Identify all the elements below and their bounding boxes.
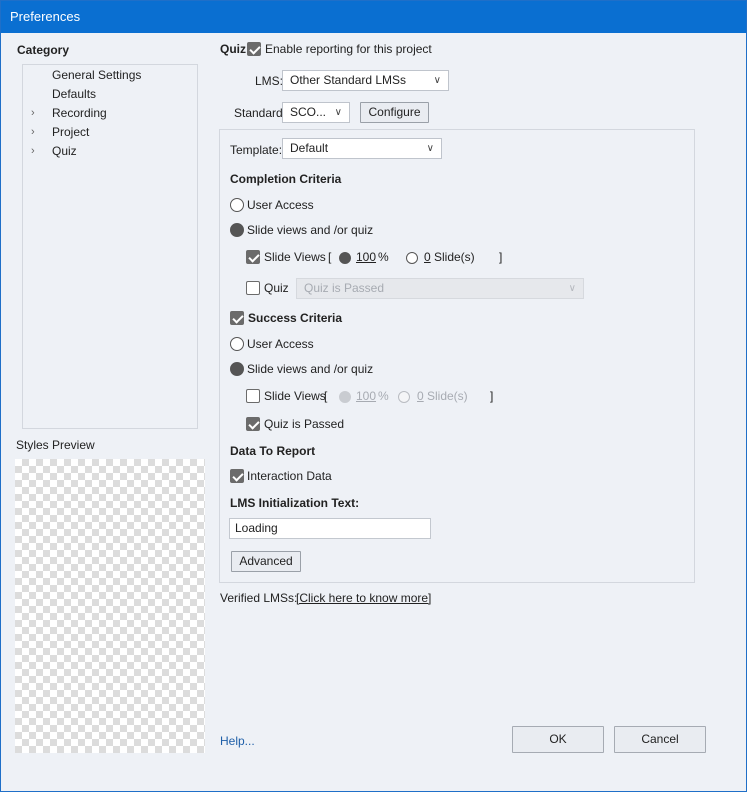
tree-item-label: General Settings bbox=[52, 68, 142, 82]
interaction-data-checkbox[interactable] bbox=[230, 469, 244, 483]
completion-quiz-dropdown: Quiz is Passed ∨ bbox=[296, 278, 584, 299]
template-dropdown-value: Default bbox=[290, 141, 329, 155]
lms-dropdown-value: Other Standard LMSs bbox=[290, 73, 407, 87]
completion-user-access-radio[interactable] bbox=[230, 198, 244, 212]
tree-item-quiz[interactable]: › Quiz bbox=[23, 142, 197, 161]
completion-slides-radio[interactable] bbox=[406, 252, 418, 264]
interaction-data-label: Interaction Data bbox=[247, 469, 332, 483]
success-slides-radio bbox=[398, 391, 410, 403]
chevron-right-icon[interactable]: › bbox=[31, 123, 35, 142]
success-user-access-label: User Access bbox=[247, 337, 314, 351]
chevron-right-icon[interactable]: › bbox=[31, 104, 35, 123]
template-dropdown[interactable]: Default ∨ bbox=[282, 138, 442, 159]
ok-button[interactable]: OK bbox=[512, 726, 604, 753]
lms-init-text-input[interactable]: Loading bbox=[229, 518, 431, 539]
enable-reporting-checkbox[interactable] bbox=[247, 42, 261, 56]
success-percent-radio bbox=[339, 391, 351, 403]
success-percent-value: 100 bbox=[356, 389, 377, 403]
cancel-button[interactable]: Cancel bbox=[614, 726, 706, 753]
verified-lms-link[interactable]: [Click here to know more] bbox=[296, 591, 431, 605]
configure-button[interactable]: Configure bbox=[360, 102, 429, 123]
success-criteria-heading: Success Criteria bbox=[248, 311, 343, 325]
tree-item-label: Project bbox=[52, 125, 90, 139]
success-quiz-passed-checkbox[interactable] bbox=[246, 417, 260, 431]
styles-preview-canvas bbox=[15, 459, 205, 753]
styles-preview-heading: Styles Preview bbox=[16, 438, 95, 452]
chevron-down-icon: ∨ bbox=[334, 107, 342, 118]
lms-init-text-label: LMS Initialization Text: bbox=[230, 496, 360, 510]
chevron-right-icon[interactable]: › bbox=[31, 142, 35, 161]
standard-dropdown-value: SCO... bbox=[290, 105, 327, 119]
data-to-report-heading: Data To Report bbox=[230, 444, 316, 458]
tree-item-label: Recording bbox=[52, 106, 107, 120]
standard-label: Standard: bbox=[234, 106, 287, 120]
success-slides-value: 0 bbox=[417, 389, 424, 403]
success-slide-views-quiz-label: Slide views and /or quiz bbox=[247, 362, 374, 376]
completion-slides-label: Slide(s) bbox=[434, 250, 475, 264]
completion-percent-value[interactable]: 100 bbox=[356, 250, 376, 264]
success-quiz-passed-label: Quiz is Passed bbox=[264, 417, 345, 431]
help-link[interactable]: Help... bbox=[220, 734, 255, 748]
close-bracket: ] bbox=[490, 389, 494, 403]
advanced-button[interactable]: Advanced bbox=[231, 551, 301, 572]
verified-lms-label: Verified LMSs: bbox=[220, 591, 298, 605]
window-title: Preferences bbox=[1, 1, 746, 33]
completion-slide-views-quiz-label: Slide views and /or quiz bbox=[247, 223, 374, 237]
success-slide-views-checkbox[interactable] bbox=[246, 389, 260, 403]
quiz-label: Quiz: bbox=[220, 42, 250, 56]
completion-quiz-label: Quiz bbox=[264, 281, 289, 295]
close-bracket: ] bbox=[499, 250, 503, 264]
chevron-down-icon: ∨ bbox=[568, 283, 576, 294]
completion-slide-views-label: Slide Views bbox=[264, 250, 326, 264]
success-slides-label: Slide(s) bbox=[427, 389, 468, 403]
completion-user-access-label: User Access bbox=[247, 198, 314, 212]
tree-item-recording[interactable]: › Recording bbox=[23, 104, 197, 123]
chevron-down-icon: ∨ bbox=[433, 75, 441, 86]
tree-item-general-settings[interactable]: General Settings bbox=[23, 66, 197, 85]
tree-item-label: Quiz bbox=[52, 144, 77, 158]
completion-criteria-heading: Completion Criteria bbox=[230, 172, 342, 186]
open-bracket: [ bbox=[328, 250, 332, 264]
percent-sign: % bbox=[378, 389, 389, 403]
lms-dropdown[interactable]: Other Standard LMSs ∨ bbox=[282, 70, 449, 91]
completion-quiz-checkbox[interactable] bbox=[246, 281, 260, 295]
category-heading: Category bbox=[17, 43, 70, 57]
completion-percent-radio[interactable] bbox=[339, 252, 351, 264]
percent-sign: % bbox=[378, 250, 389, 264]
open-bracket: [ bbox=[324, 389, 328, 403]
enable-reporting-label: Enable reporting for this project bbox=[265, 42, 432, 56]
completion-quiz-dropdown-value: Quiz is Passed bbox=[304, 281, 385, 295]
success-slide-views-quiz-radio[interactable] bbox=[230, 362, 244, 376]
standard-dropdown[interactable]: SCO... ∨ bbox=[282, 102, 350, 123]
completion-slides-value[interactable]: 0 bbox=[424, 250, 431, 264]
template-label: Template: bbox=[230, 143, 283, 157]
category-tree: General Settings Defaults › Recording › … bbox=[22, 64, 198, 429]
success-slide-views-label: Slide Views bbox=[264, 389, 326, 403]
tree-item-label: Defaults bbox=[52, 87, 97, 101]
preferences-dialog: Preferences Category General Settings De… bbox=[0, 0, 747, 792]
completion-slide-views-checkbox[interactable] bbox=[246, 250, 260, 264]
success-user-access-radio[interactable] bbox=[230, 337, 244, 351]
lms-label: LMS: bbox=[255, 74, 284, 88]
chevron-down-icon: ∨ bbox=[426, 143, 434, 154]
tree-item-project[interactable]: › Project bbox=[23, 123, 197, 142]
tree-item-defaults[interactable]: Defaults bbox=[23, 85, 197, 104]
completion-slide-views-quiz-radio[interactable] bbox=[230, 223, 244, 237]
success-criteria-checkbox[interactable] bbox=[230, 311, 244, 325]
